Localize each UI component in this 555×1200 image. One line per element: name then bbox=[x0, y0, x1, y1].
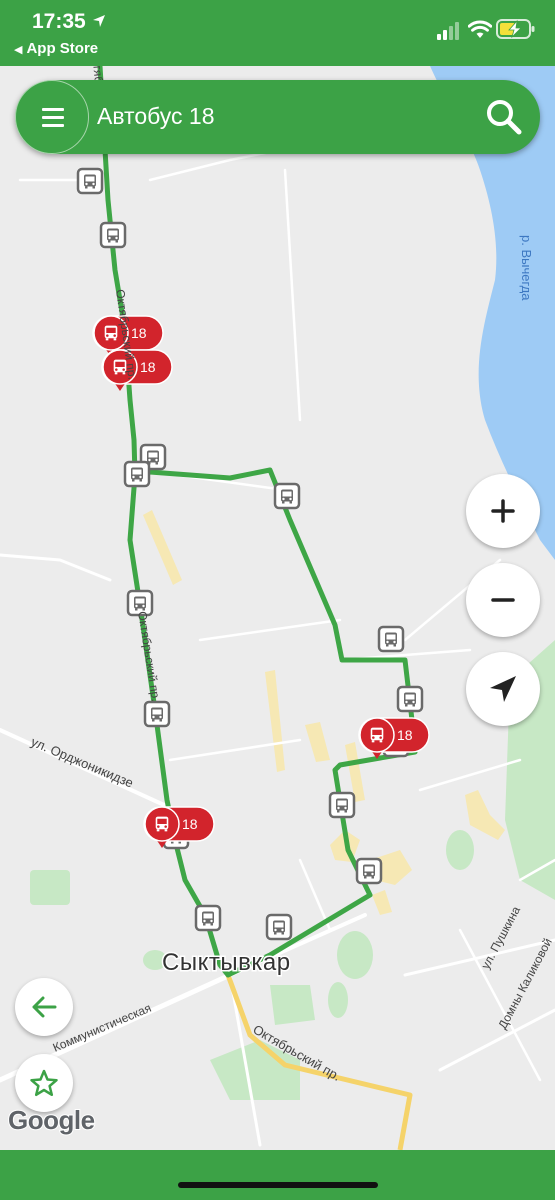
back-app-label: App Store bbox=[26, 40, 99, 57]
bus-icon bbox=[104, 325, 118, 341]
bus-stop-icon[interactable] bbox=[396, 685, 424, 713]
favorite-button[interactable] bbox=[15, 1054, 73, 1112]
back-button[interactable] bbox=[15, 978, 73, 1036]
hamburger-line bbox=[42, 108, 64, 111]
back-to-app-store[interactable]: ◀ App Store bbox=[14, 40, 98, 57]
search-title[interactable]: Автобус 18 bbox=[97, 103, 215, 130]
bus-icon bbox=[370, 727, 384, 743]
bus-stop-icon[interactable] bbox=[328, 791, 356, 819]
signal-icon bbox=[437, 22, 459, 40]
home-indicator bbox=[178, 1182, 378, 1188]
location-arrow-icon bbox=[93, 15, 105, 27]
zoom-in-button[interactable] bbox=[466, 474, 540, 548]
hamburger-line bbox=[42, 116, 64, 119]
search-bar[interactable]: Автобус 18 bbox=[15, 80, 540, 154]
hamburger-line bbox=[42, 124, 64, 127]
bus-route-number: 18 bbox=[397, 727, 413, 743]
bus-stop-icon[interactable] bbox=[76, 167, 104, 195]
plus-icon bbox=[491, 499, 515, 523]
back-triangle-icon: ◀ bbox=[14, 44, 23, 56]
google-logo: Google bbox=[7, 1104, 96, 1136]
zoom-out-button[interactable] bbox=[466, 563, 540, 637]
bus-icon bbox=[155, 816, 169, 832]
city-label: Сыктывкар bbox=[162, 949, 291, 976]
bus-stop-icon[interactable] bbox=[355, 857, 383, 885]
bottom-bar bbox=[0, 1150, 555, 1200]
arrow-left-icon bbox=[32, 996, 57, 1018]
bus-stop-icon[interactable] bbox=[123, 460, 151, 488]
bus-stop-icon[interactable] bbox=[265, 913, 293, 941]
battery-icon bbox=[496, 19, 535, 39]
my-location-button[interactable] bbox=[466, 652, 540, 726]
status-bar: 17:35 ◀ App Store bbox=[0, 0, 555, 66]
bus-stop-icon[interactable] bbox=[99, 221, 127, 249]
search-icon[interactable] bbox=[484, 97, 524, 137]
menu-button[interactable] bbox=[15, 80, 89, 154]
river-label: р. Вычегда bbox=[519, 235, 534, 301]
status-time: 17:35 bbox=[32, 10, 86, 33]
bus-route-number: 18 bbox=[140, 359, 156, 375]
navigation-arrow-icon bbox=[490, 676, 516, 702]
bus-stop-icon[interactable] bbox=[377, 625, 405, 653]
bus-stop-icon[interactable] bbox=[194, 904, 222, 932]
bus-stop-icon[interactable] bbox=[273, 482, 301, 510]
minus-icon bbox=[491, 598, 515, 602]
bus-stop-icon[interactable] bbox=[143, 700, 171, 728]
star-icon bbox=[30, 1069, 58, 1097]
bus-route-number: 18 bbox=[182, 816, 198, 832]
wifi-icon bbox=[468, 20, 492, 38]
